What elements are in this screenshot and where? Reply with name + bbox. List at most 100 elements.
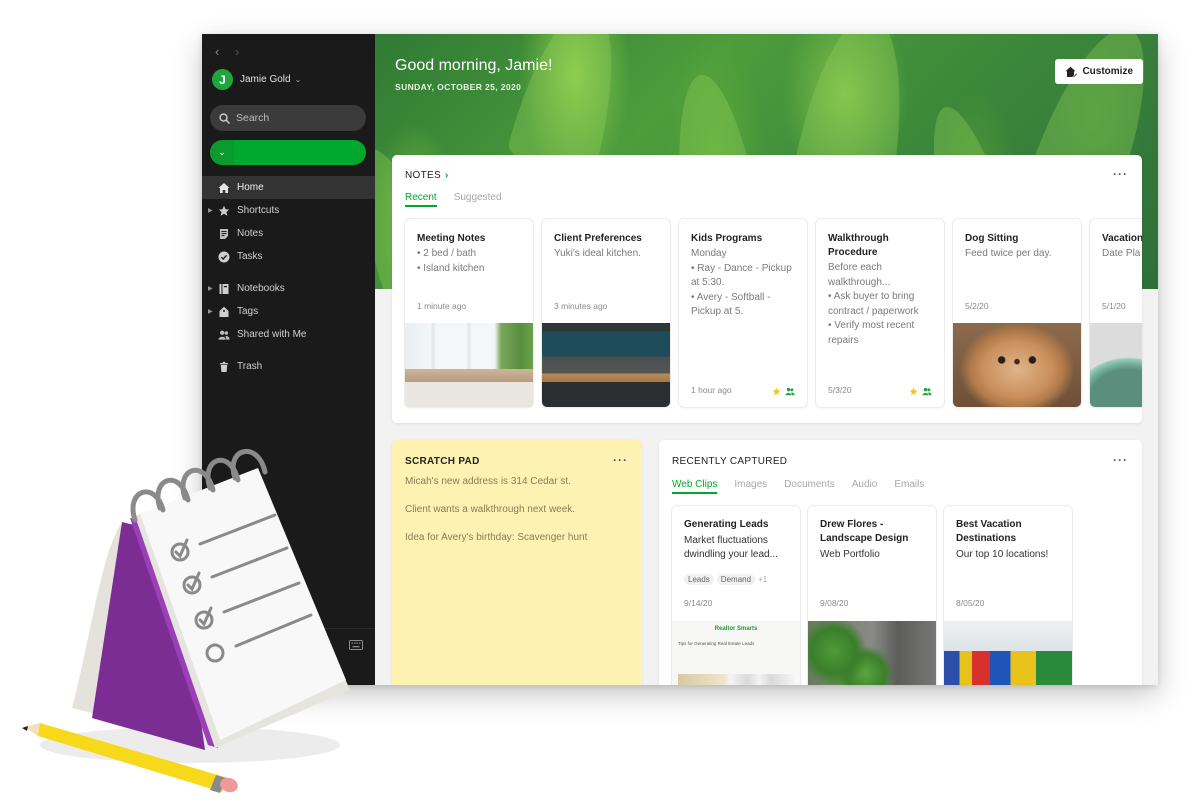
tab-audio[interactable]: Audio (852, 479, 878, 494)
recently-captured-more-options-button[interactable]: ··· (1113, 453, 1128, 467)
more-tags-count[interactable]: +1 (758, 575, 767, 584)
account-switcher[interactable]: J Jamie Gold ⌄ (212, 69, 301, 90)
checkbox-checked (170, 542, 190, 562)
tab-documents[interactable]: Documents (784, 479, 835, 494)
sidebar-nav: Home ▶ Shortcuts Notes Tasks ▶ Notebooks… (202, 176, 375, 378)
expand-caret-icon[interactable]: ▶ (208, 308, 213, 315)
checkmark (186, 571, 201, 592)
notes-more-options-button[interactable]: ··· (1113, 167, 1128, 181)
sidebar-item-trash[interactable]: Trash (202, 355, 375, 378)
note-card[interactable]: Vacation Date Pla 5/1/20 (1090, 219, 1142, 407)
tab-images[interactable]: Images (734, 479, 767, 494)
note-thumbnail-living-room (405, 323, 533, 407)
notebook-icon (218, 283, 230, 295)
expand-caret-icon[interactable]: ▶ (208, 285, 213, 292)
sidebar-item-label: Shared with Me (237, 329, 307, 340)
home-icon (218, 182, 230, 194)
note-snippet: Before each walkthrough... • Ask buyer t… (828, 262, 919, 346)
recently-captured-title: RECENTLY CAPTURED (672, 456, 788, 467)
note-card[interactable]: Meeting Notes • 2 bed / bath • Island ki… (405, 219, 533, 407)
home-edit-icon (1065, 66, 1079, 78)
clip-tags: Leads Demand +1 (684, 574, 767, 585)
note-date: 1 minute ago (417, 301, 467, 311)
history-nav: ‹ › (215, 44, 251, 59)
sidebar-item-label: Notebooks (237, 283, 285, 294)
scratch-pad-widget[interactable]: SCRATCH PAD ··· Micah's new address is 3… (392, 440, 642, 685)
note-card[interactable]: Walkthrough Procedure Before each walkth… (816, 219, 944, 407)
people-icon (218, 329, 230, 341)
sidebar-item-tags[interactable]: ▶ Tags (202, 300, 375, 323)
chevron-down-icon: ⌄ (218, 147, 226, 157)
search-box[interactable] (210, 105, 366, 131)
web-clip-card[interactable]: Generating Leads Market fluctuations dwi… (672, 506, 800, 685)
clip-title: Drew Flores - Landscape Design (820, 519, 909, 544)
note-snippet: Feed twice per day. (965, 248, 1052, 259)
chevron-right-icon: › (444, 170, 449, 181)
web-clip-card[interactable]: Drew Flores - Landscape Design Web Portf… (808, 506, 936, 685)
note-card[interactable]: Kids Programs Monday • Ray - Dance - Pic… (679, 219, 807, 407)
sidebar: ‹ › J Jamie Gold ⌄ + New Note ⌄ (202, 34, 375, 685)
ring (155, 477, 191, 511)
sidebar-item-notebooks[interactable]: ▶ Notebooks (202, 277, 375, 300)
tab-suggested[interactable]: Suggested (454, 192, 502, 207)
sidebar-item-notes[interactable]: Notes (202, 222, 375, 245)
sidebar-item-shared-with-me[interactable]: Shared with Me (202, 323, 375, 346)
account-name: Jamie Gold (240, 74, 291, 85)
tab-recent[interactable]: Recent (405, 192, 437, 207)
note-title: Dog Sitting (965, 233, 1019, 244)
tag-icon (218, 306, 230, 318)
clip-date: 9/08/20 (820, 598, 849, 608)
forward-button[interactable]: › (235, 44, 239, 59)
note-thumbnail-map (1090, 323, 1142, 407)
notes-list: Meeting Notes • 2 bed / bath • Island ki… (405, 219, 1142, 407)
notes-widget: NOTES › ··· Recent Suggested Meeting Note… (392, 155, 1142, 423)
clip-title: Generating Leads (684, 519, 769, 530)
web-clip-card[interactable]: Best Vacation Destinations Our top 10 lo… (944, 506, 1072, 685)
sidebar-item-label: Shortcuts (237, 205, 280, 216)
thumbnail-heading-text: Tips for Generating Real Estate Leads (678, 641, 755, 646)
tab-emails[interactable]: Emails (894, 479, 924, 494)
chevron-down-icon: ⌄ (294, 75, 302, 84)
scratch-pad-more-options-button[interactable]: ··· (613, 453, 628, 467)
check-circle-icon (218, 251, 230, 263)
note-card[interactable]: Dog Sitting Feed twice per day. 5/2/20 (953, 219, 1081, 407)
search-icon (219, 112, 230, 124)
sidebar-footer (202, 628, 375, 685)
notes-title-label: NOTES (405, 170, 441, 181)
sidebar-item-home[interactable]: Home (202, 176, 375, 199)
trash-icon (218, 361, 230, 373)
keyboard-icon[interactable] (349, 640, 363, 650)
new-note-control: + New Note ⌄ (210, 140, 366, 165)
scratch-pad-line: Idea for Avery's birthday: Scavenger hun… (405, 532, 588, 543)
back-button[interactable]: ‹ (215, 44, 219, 59)
tag-chip[interactable]: Leads (684, 574, 714, 585)
note-snippet: Date Pla (1102, 248, 1141, 259)
sidebar-item-label: Notes (237, 228, 264, 239)
sidebar-item-shortcuts[interactable]: ▶ Shortcuts (202, 199, 375, 222)
note-date: 3 minutes ago (554, 301, 608, 311)
star-icon (218, 205, 230, 217)
note-thumbnail-dog (953, 323, 1081, 407)
notes-widget-title[interactable]: NOTES › (405, 170, 449, 181)
note-title: Walkthrough Procedure (828, 233, 889, 258)
greeting-heading: Good morning, Jamie! (395, 57, 553, 74)
avatar: J (212, 69, 233, 90)
new-note-dropdown-button[interactable]: ⌄ (210, 140, 234, 165)
sidebar-item-tasks[interactable]: Tasks (202, 245, 375, 268)
note-flags (909, 387, 932, 396)
thumbnail-brand-text: Realtor Smarts (714, 626, 758, 632)
note-snippet: Yuki's ideal kitchen. (554, 248, 641, 259)
search-input[interactable] (236, 112, 356, 124)
tag-chip[interactable]: Demand (716, 574, 756, 585)
web-clips-list: Generating Leads Market fluctuations dwi… (672, 506, 1080, 685)
star-icon (772, 387, 781, 396)
checkbox-checked (182, 575, 202, 595)
app-window: ‹ › J Jamie Gold ⌄ + New Note ⌄ (202, 34, 1158, 685)
customize-button[interactable]: Customize (1055, 59, 1143, 84)
tab-web-clips[interactable]: Web Clips (672, 479, 718, 494)
pencil-icon (22, 723, 238, 793)
expand-caret-icon[interactable]: ▶ (208, 207, 213, 214)
stage: ‹ › J Jamie Gold ⌄ + New Note ⌄ (0, 0, 1200, 800)
note-card[interactable]: Client Preferences Yuki's ideal kitchen.… (542, 219, 670, 407)
home-main: Good morning, Jamie! SUNDAY, OCTOBER 25,… (375, 34, 1158, 685)
